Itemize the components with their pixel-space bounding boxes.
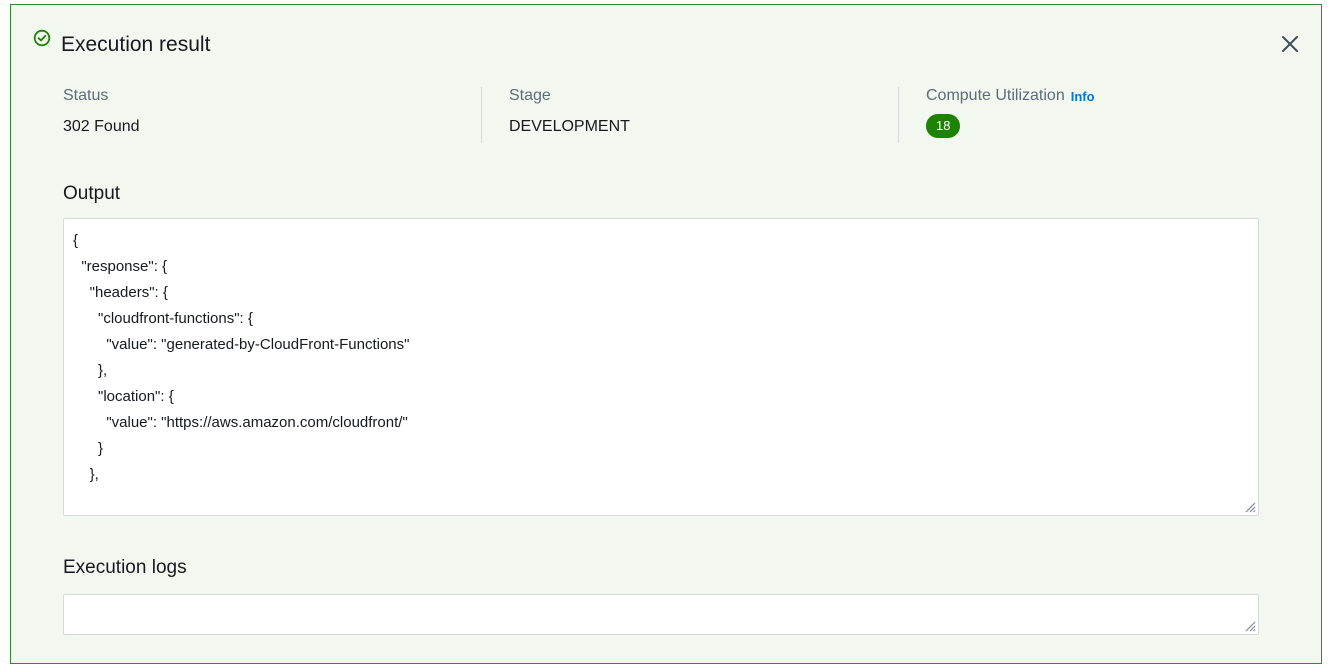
status-column: Status 302 Found [63,87,453,143]
output-line: "response": { [73,258,168,275]
output-line: }, [73,362,108,379]
execution-logs-textarea[interactable] [63,594,1259,635]
resize-grip-icon[interactable] [1242,618,1256,632]
panel-title: Execution result [61,33,211,56]
stage-value: DEVELOPMENT [509,118,630,135]
execution-summary: Status 302 Found Stage DEVELOPMENT Compu… [63,87,1303,143]
output-line: }, [73,466,99,483]
close-icon[interactable] [1281,35,1299,53]
output-content: { "response": { "headers": { "cloudfront… [64,219,1258,497]
execution-result-panel: Execution result Status 302 Found Stage … [10,4,1322,664]
compute-label-row: Compute Utilization Info [926,87,1095,105]
execution-logs-title: Execution logs [63,557,187,578]
info-link[interactable]: Info [1071,89,1095,104]
check-circle-icon [33,29,51,47]
output-line: "cloudfront-functions": { [73,310,253,327]
output-line: { [73,232,79,249]
compute-utilization-label: Compute Utilization [926,87,1065,104]
compute-column: Compute Utilization Info 18 [898,87,1289,143]
output-textarea[interactable]: { "response": { "headers": { "cloudfront… [63,218,1259,516]
output-line: "headers": { [73,284,168,301]
output-line: } [73,440,104,457]
status-label: Status [63,87,109,104]
status-value: 302 Found [63,118,140,135]
stage-label: Stage [509,87,551,104]
output-title: Output [63,183,121,204]
panel-header: Execution result [33,29,211,57]
output-line: "location": { [73,388,174,405]
compute-utilization-badge: 18 [926,114,961,138]
output-line: "value": "https://aws.amazon.com/cloudfr… [73,414,408,431]
resize-grip-icon[interactable] [1242,499,1256,513]
stage-column: Stage DEVELOPMENT [481,87,872,143]
output-line: "value": "generated-by-CloudFront-Functi… [73,336,410,353]
close-button[interactable] [1279,33,1301,55]
